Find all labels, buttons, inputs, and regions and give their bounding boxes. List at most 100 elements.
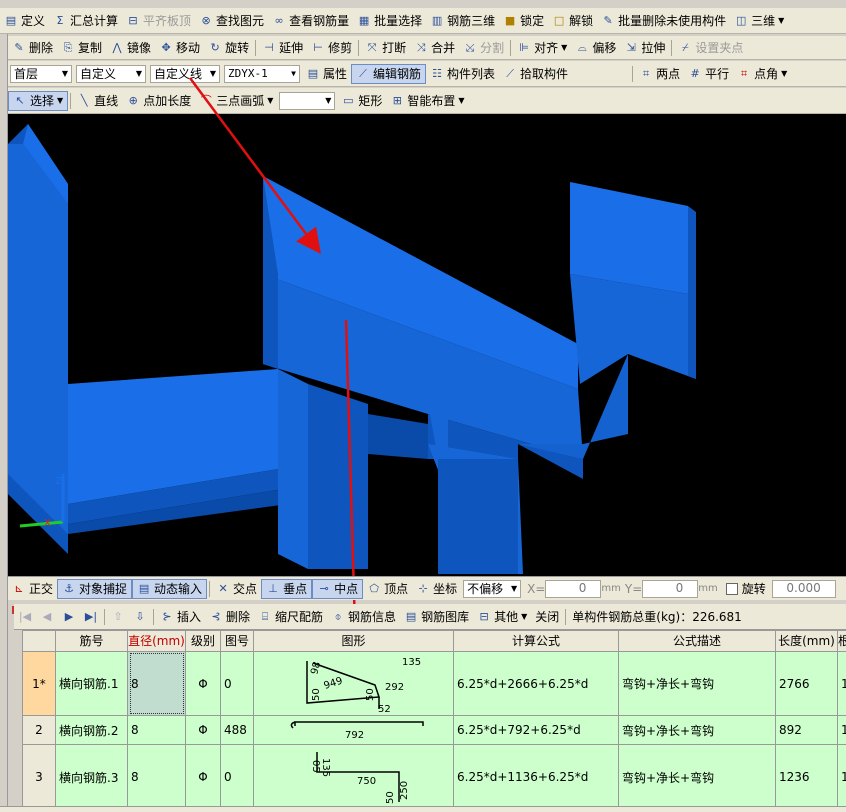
row-number[interactable]: 1* [22, 650, 56, 717]
header-cell[interactable]: 图号 [220, 630, 254, 652]
select-button[interactable]: ↖ 选择 ▼ [8, 90, 69, 111]
header-cell[interactable]: 图形 [253, 630, 454, 652]
move-down-button[interactable]: ⇩ [129, 610, 151, 624]
length-cell[interactable]: 1236 [775, 744, 838, 810]
description-cell[interactable]: 弯钩+净长+弯钩 [618, 744, 776, 810]
trim-button[interactable]: ⊢ 修剪 [307, 38, 356, 58]
offset-button[interactable]: ⌓ 偏移 [571, 38, 620, 58]
diameter-cell[interactable]: 8 [127, 744, 186, 810]
rebar-3d-button[interactable]: ▥ 钢筋三维 [426, 11, 499, 31]
stretch-button[interactable]: ⇲ 拉伸 [620, 38, 669, 58]
vertex-toggle[interactable]: ⬠ 顶点 [363, 579, 412, 599]
row-number[interactable]: 3 [22, 744, 56, 810]
rebar-library-button[interactable]: ▤ 钢筋图库 [400, 608, 473, 625]
lock-button[interactable]: ■ 锁定 [499, 11, 548, 31]
offset-mode-select[interactable]: 不偏移 ▼ [463, 579, 522, 598]
formula-cell[interactable]: 6.25*d+1136+6.25*d [453, 744, 619, 810]
merge-button[interactable]: ⤨ 合并 [410, 38, 459, 58]
prev-record-button[interactable]: ◀ [36, 610, 58, 624]
batch-select-button[interactable]: ▦ 批量选择 [353, 11, 426, 31]
slab-align-button[interactable]: ⊟ 平齐板顶 [122, 11, 195, 31]
length-cell[interactable]: 892 [775, 715, 838, 746]
define-button[interactable]: ▤ 定义 [0, 11, 49, 31]
grade-cell[interactable]: Φ [185, 715, 221, 746]
delete-row-button[interactable]: ⊰ 删除 [205, 608, 254, 625]
edit-rebar-button[interactable]: ⟋ 编辑钢筋 [351, 63, 427, 84]
floor-select[interactable]: 首层 ▼ [10, 64, 72, 83]
delete-button[interactable]: ✎ 删除 [8, 38, 57, 58]
rotate-button[interactable]: ↻ 旋转 [204, 38, 253, 58]
figure-number-cell[interactable]: 488 [220, 715, 254, 746]
midpoint-toggle[interactable]: ⊸ 中点 [312, 578, 364, 599]
scale-config-button[interactable]: ⌸ 缩尺配筋 [254, 608, 327, 625]
dynamic-input-toggle[interactable]: ▤ 动态输入 [132, 578, 208, 599]
header-cell[interactable]: 直径(mm) [127, 630, 186, 652]
diameter-cell[interactable]: 8 [127, 715, 186, 746]
header-cell[interactable]: 筋号 [55, 630, 128, 652]
component-select[interactable]: ZDYX-1 ▼ [224, 64, 300, 83]
rotate-input[interactable]: 0.000 [771, 579, 836, 598]
count-cell[interactable]: 1 [837, 650, 846, 717]
rebar-name-cell[interactable]: 横向钢筋.3 [55, 744, 128, 810]
set-grip-button[interactable]: ⌿ 设置夹点 [674, 38, 747, 58]
intersection-toggle[interactable]: ✕ 交点 [212, 579, 261, 599]
formula-cell[interactable]: 6.25*d+792+6.25*d [453, 715, 619, 746]
rect-button[interactable]: ▭ 矩形 [337, 91, 386, 111]
split-button[interactable]: ⤩ 分割 [459, 38, 508, 58]
length-cell[interactable]: 2766 [775, 650, 838, 717]
next-record-button[interactable]: ▶ [58, 610, 80, 624]
formula-cell[interactable]: 6.25*d+2666+6.25*d [453, 650, 619, 717]
parallel-button[interactable]: # 平行 [684, 64, 733, 84]
pick-component-button[interactable]: ⟋ 拾取构件 [499, 64, 572, 84]
find-element-button[interactable]: ⊗ 查找图元 [195, 11, 268, 31]
point-length-button[interactable]: ⊕ 点加长度 [122, 91, 195, 111]
rebar-info-button[interactable]: ⌽ 钢筋信息 [327, 608, 400, 625]
point-angle-dropdown[interactable]: ⌗ 点角 ▼ [733, 64, 791, 84]
shape-cell[interactable]: 135 949 98 50 292 52 50 [253, 650, 454, 717]
object-snap-toggle[interactable]: ⚓ 对象捕捉 [57, 578, 133, 599]
table-row[interactable]: 2 横向钢筋.2 8 Φ 488 792 6.25*d+792+6.25*d 弯… [22, 715, 846, 746]
coordinate-toggle[interactable]: ⊹ 坐标 [412, 579, 461, 599]
diameter-cell[interactable]: 8 [127, 650, 186, 717]
rotate-checkbox[interactable] [725, 582, 738, 595]
type-select[interactable]: 自定义线 ▼ [150, 64, 220, 83]
others-dropdown[interactable]: ⊟ 其他 ▼ [473, 608, 531, 625]
component-list-button[interactable]: ☷ 构件列表 [426, 64, 499, 84]
properties-button[interactable]: ▤ 属性 [302, 64, 351, 84]
header-cell[interactable]: 长度(mm) [775, 630, 838, 652]
smart-layout-dropdown[interactable]: ⊞ 智能布置 ▼ [386, 91, 468, 111]
table-row[interactable]: 1* 横向钢筋.1 8 Φ 0 135 949 98 50 292 52 50 … [22, 650, 846, 717]
arc-value-select[interactable]: ▼ [279, 91, 336, 110]
table-row[interactable]: 3 横向钢筋.3 8 Φ 0 05 135 750 250 50 6.25*d+… [22, 744, 846, 810]
ortho-toggle[interactable]: ⊾ 正交 [8, 579, 57, 599]
description-cell[interactable]: 弯钩+净长+弯钩 [618, 650, 776, 717]
perpendicular-toggle[interactable]: ⊥ 垂点 [261, 578, 313, 599]
last-record-button[interactable]: ▶| [80, 610, 102, 624]
copy-button[interactable]: ⎘ 复制 [57, 38, 106, 58]
two-points-button[interactable]: ⌗ 两点 [635, 64, 684, 84]
header-cell[interactable]: 公式描述 [618, 630, 776, 652]
unlock-button[interactable]: □ 解锁 [548, 11, 597, 31]
x-coordinate-input[interactable]: 0 [545, 579, 602, 598]
rebar-name-cell[interactable]: 横向钢筋.1 [55, 650, 128, 717]
arc-dropdown[interactable]: ⌒ 三点画弧 ▼ [195, 91, 277, 111]
close-rebar-button[interactable]: 关闭 [531, 608, 563, 625]
count-cell[interactable]: 1 [837, 715, 846, 746]
sum-calc-button[interactable]: Σ 汇总计算 [49, 11, 122, 31]
move-button[interactable]: ✥ 移动 [155, 38, 204, 58]
extend-button[interactable]: ⊣ 延伸 [258, 38, 307, 58]
figure-number-cell[interactable]: 0 [220, 744, 254, 810]
count-cell[interactable]: 1 [837, 744, 846, 810]
view-rebar-button[interactable]: ∞ 查看钢筋量 [268, 11, 353, 31]
header-cell[interactable]: 级别 [185, 630, 221, 652]
shape-cell[interactable]: 05 135 750 250 50 [253, 744, 454, 810]
shape-cell[interactable]: 792 [253, 715, 454, 746]
view-3d-dropdown[interactable]: ◫ 三维 ▼ [730, 11, 788, 31]
header-cell[interactable]: 根 [837, 630, 846, 652]
header-cell[interactable]: 计算公式 [453, 630, 619, 652]
first-record-button[interactable]: |◀ [14, 610, 36, 624]
rebar-name-cell[interactable]: 横向钢筋.2 [55, 715, 128, 746]
insert-button[interactable]: ⊱ 插入 [156, 608, 205, 625]
align-dropdown[interactable]: ⊫ 对齐 ▼ [513, 38, 571, 58]
mirror-button[interactable]: ⋀ 镜像 [106, 38, 155, 58]
